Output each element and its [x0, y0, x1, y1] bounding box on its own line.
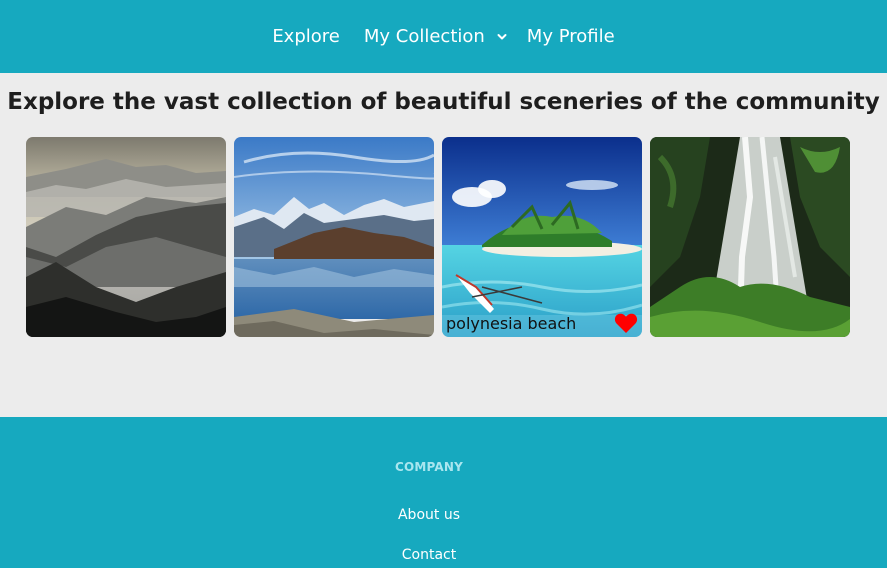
- footer-company-heading: COMPANY: [394, 460, 464, 474]
- top-navbar: Explore My Collection My Profile: [0, 0, 887, 73]
- scenery-caption: polynesia beach: [446, 314, 577, 333]
- tropical-beach-image: [442, 137, 642, 337]
- chevron-down-icon: [497, 33, 507, 39]
- nav-explore-link[interactable]: Explore: [272, 26, 340, 47]
- site-footer: COMPANY About us Contact: [0, 417, 887, 568]
- nav-my-collection-label: My Collection: [363, 26, 485, 47]
- misty-mountains-image: [26, 137, 226, 337]
- scenery-card-waterfall[interactable]: [650, 137, 850, 337]
- page-title: Explore the vast collection of beautiful…: [7, 89, 880, 115]
- footer-about-us-link[interactable]: About us: [0, 507, 858, 523]
- scenery-card-alpine-lake[interactable]: [234, 137, 434, 337]
- waterfall-image: [650, 137, 850, 337]
- scenery-card-tropical-beach[interactable]: polynesia beach: [442, 137, 642, 337]
- scenery-card-misty-mountains[interactable]: [26, 137, 226, 337]
- nav-my-collection-dropdown[interactable]: My Collection: [364, 26, 507, 47]
- heart-icon[interactable]: [614, 312, 638, 334]
- scenery-gallery: polynesia beach: [26, 137, 850, 337]
- footer-contact-link[interactable]: Contact: [0, 547, 858, 563]
- alpine-lake-image: [234, 137, 434, 337]
- nav-my-profile-link[interactable]: My Profile: [527, 26, 615, 47]
